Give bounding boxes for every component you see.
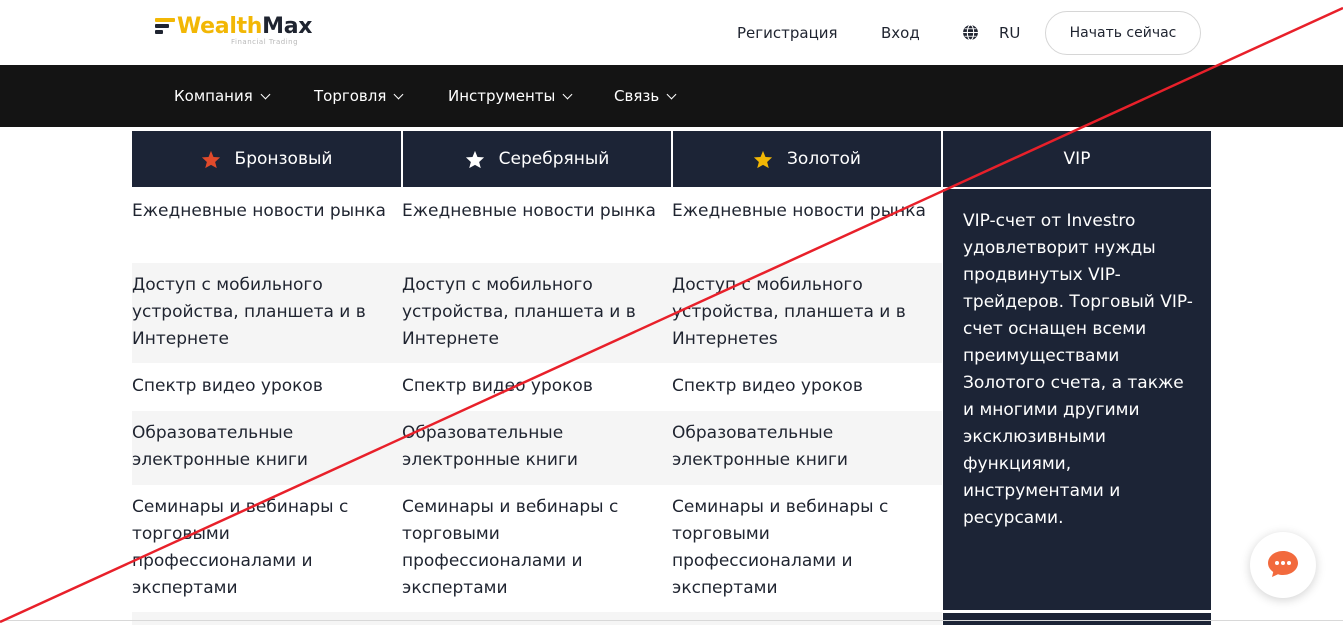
- table-cell: Семинары и вебинары с торговыми професси…: [132, 497, 349, 598]
- main-menu: Компания Торговля Инструменты Связь: [0, 65, 1343, 127]
- star-icon: [753, 150, 773, 168]
- table-cell: Образовательные электронные книги: [672, 423, 848, 470]
- table-cell: Семинары и вебинары с торговыми професси…: [402, 497, 619, 598]
- plan-header-label: VIP: [1063, 149, 1091, 169]
- register-link[interactable]: Регистрация: [737, 24, 838, 42]
- table-cell: Спектр видео уроков: [132, 376, 323, 396]
- logo-brand-b: Max: [262, 14, 313, 39]
- table-cell: Образовательные электронные книги: [402, 423, 578, 470]
- table-cell: Доступ с мобильного устройства, планшета…: [132, 275, 366, 349]
- plan-header-gold[interactable]: Золотой: [673, 131, 941, 187]
- plan-header-label: Бронзовый: [234, 149, 333, 169]
- table-cell: Семинары и вебинары с торговыми професси…: [672, 497, 889, 598]
- login-link[interactable]: Вход: [881, 24, 920, 42]
- plan-header-vip[interactable]: VIP: [943, 131, 1211, 187]
- logo-tagline: Financial Trading: [231, 38, 299, 46]
- plan-header-label: Серебряный: [498, 149, 610, 169]
- table-row-bg: [132, 612, 942, 625]
- menu-item-label: Торговля: [314, 87, 387, 105]
- language-selector[interactable]: RU: [999, 24, 1020, 42]
- table-cell: Доступ с мобильного устройства, планшета…: [672, 275, 906, 349]
- chat-bubble-icon: [1268, 551, 1298, 577]
- menu-item-instruments[interactable]: Инструменты: [448, 87, 573, 105]
- globe-icon[interactable]: [962, 24, 979, 41]
- table-cell: Спектр видео уроков: [402, 376, 593, 396]
- star-icon: [465, 150, 484, 168]
- chevron-down-icon: [666, 89, 677, 99]
- table-cell: Ежедневные новости рынка: [402, 201, 656, 221]
- menu-item-contact[interactable]: Связь: [614, 87, 677, 105]
- start-now-button[interactable]: Начать сейчас: [1045, 11, 1201, 55]
- logo-mark-icon: [155, 18, 175, 34]
- table-cell: Ежедневные новости рынка: [672, 201, 926, 221]
- plan-header-bronze[interactable]: Бронзовый: [132, 131, 401, 187]
- vip-description: VIP-счет от Investro удовлетворит нужды …: [963, 211, 1193, 528]
- table-cell: Спектр видео уроков: [672, 376, 863, 396]
- chevron-down-icon: [260, 89, 271, 99]
- site-header: WealthMax Financial Trading Регистрация …: [0, 0, 1343, 65]
- menu-item-label: Компания: [174, 87, 253, 105]
- star-icon: [201, 150, 220, 168]
- plan-header-silver[interactable]: Серебряный: [403, 131, 671, 187]
- table-cell: Образовательные электронные книги: [132, 423, 308, 470]
- menu-item-company[interactable]: Компания: [174, 87, 271, 105]
- logo-brand-a: Wealth: [177, 14, 263, 39]
- logo-text: WealthMax: [177, 14, 313, 39]
- menu-item-label: Связь: [614, 87, 660, 105]
- table-cell: Ежедневные новости рынка: [132, 201, 386, 221]
- menu-item-label: Инструменты: [448, 87, 556, 105]
- table-cell: Доступ с мобильного устройства, планшета…: [402, 275, 636, 349]
- divider: [0, 620, 1343, 621]
- chevron-down-icon: [393, 89, 404, 99]
- chevron-down-icon: [562, 89, 573, 99]
- plan-header-label: Золотой: [787, 149, 861, 169]
- chat-button[interactable]: [1250, 532, 1316, 598]
- vip-panel-next: [943, 613, 1211, 625]
- menu-item-trading[interactable]: Торговля: [314, 87, 404, 105]
